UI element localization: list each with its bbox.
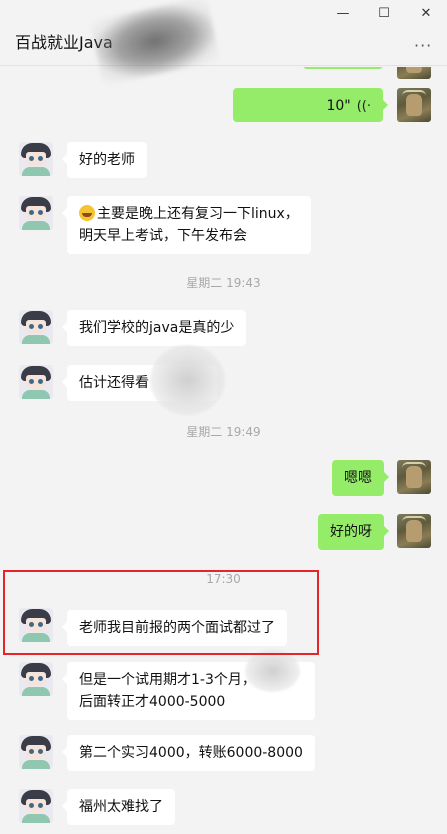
redaction-blur: [150, 345, 225, 415]
voice-wave-icon: ((·: [356, 99, 371, 114]
contact-avatar[interactable]: [19, 142, 53, 176]
timestamp: 星期二 19:49: [186, 425, 261, 439]
message-bubble[interactable]: 我们学校的java是真的少: [61, 310, 247, 346]
more-options-icon[interactable]: ···: [414, 36, 432, 55]
self-avatar[interactable]: [397, 67, 431, 79]
self-avatar[interactable]: [397, 88, 431, 122]
redaction-blur: [245, 650, 300, 692]
contact-avatar[interactable]: [19, 196, 53, 230]
voice-duration: 10": [326, 98, 351, 114]
contact-avatar[interactable]: [19, 662, 53, 696]
self-avatar[interactable]: [397, 460, 431, 494]
message-bubble-partial[interactable]: [303, 67, 383, 69]
message-bubble[interactable]: 好的呀: [318, 514, 389, 550]
self-avatar[interactable]: [397, 514, 431, 548]
title-bar: 百战就业Java — ☐ ✕ ···: [0, 0, 447, 86]
timestamp: 星期二 19:43: [186, 276, 261, 290]
message-bubble[interactable]: 主要是晚上还有复习一下linux， 明天早上考试，下午发布会: [62, 196, 311, 254]
maximize-button[interactable]: ☐: [374, 6, 394, 22]
contact-avatar[interactable]: [19, 735, 53, 769]
close-button[interactable]: ✕: [416, 6, 436, 22]
contact-avatar[interactable]: [19, 789, 53, 823]
contact-avatar[interactable]: [19, 310, 53, 344]
laughing-tears-emoji: [79, 205, 95, 221]
message-bubble[interactable]: 第二个实习4000，转账6000-8000: [62, 735, 315, 771]
message-bubble[interactable]: 福州太难找了: [62, 789, 175, 825]
voice-message-bubble[interactable]: 10" ((·: [233, 88, 388, 122]
message-bubble[interactable]: 嗯嗯: [332, 460, 389, 496]
highlight-box: [3, 570, 319, 655]
message-bubble[interactable]: 好的老师: [62, 142, 147, 178]
contact-avatar[interactable]: [19, 365, 53, 399]
chat-message-list[interactable]: 10" ((· 好的老师 主要是晚上还有复习一下linux， 明天早上考试，下午发…: [0, 67, 447, 834]
minimize-button[interactable]: —: [333, 6, 353, 22]
